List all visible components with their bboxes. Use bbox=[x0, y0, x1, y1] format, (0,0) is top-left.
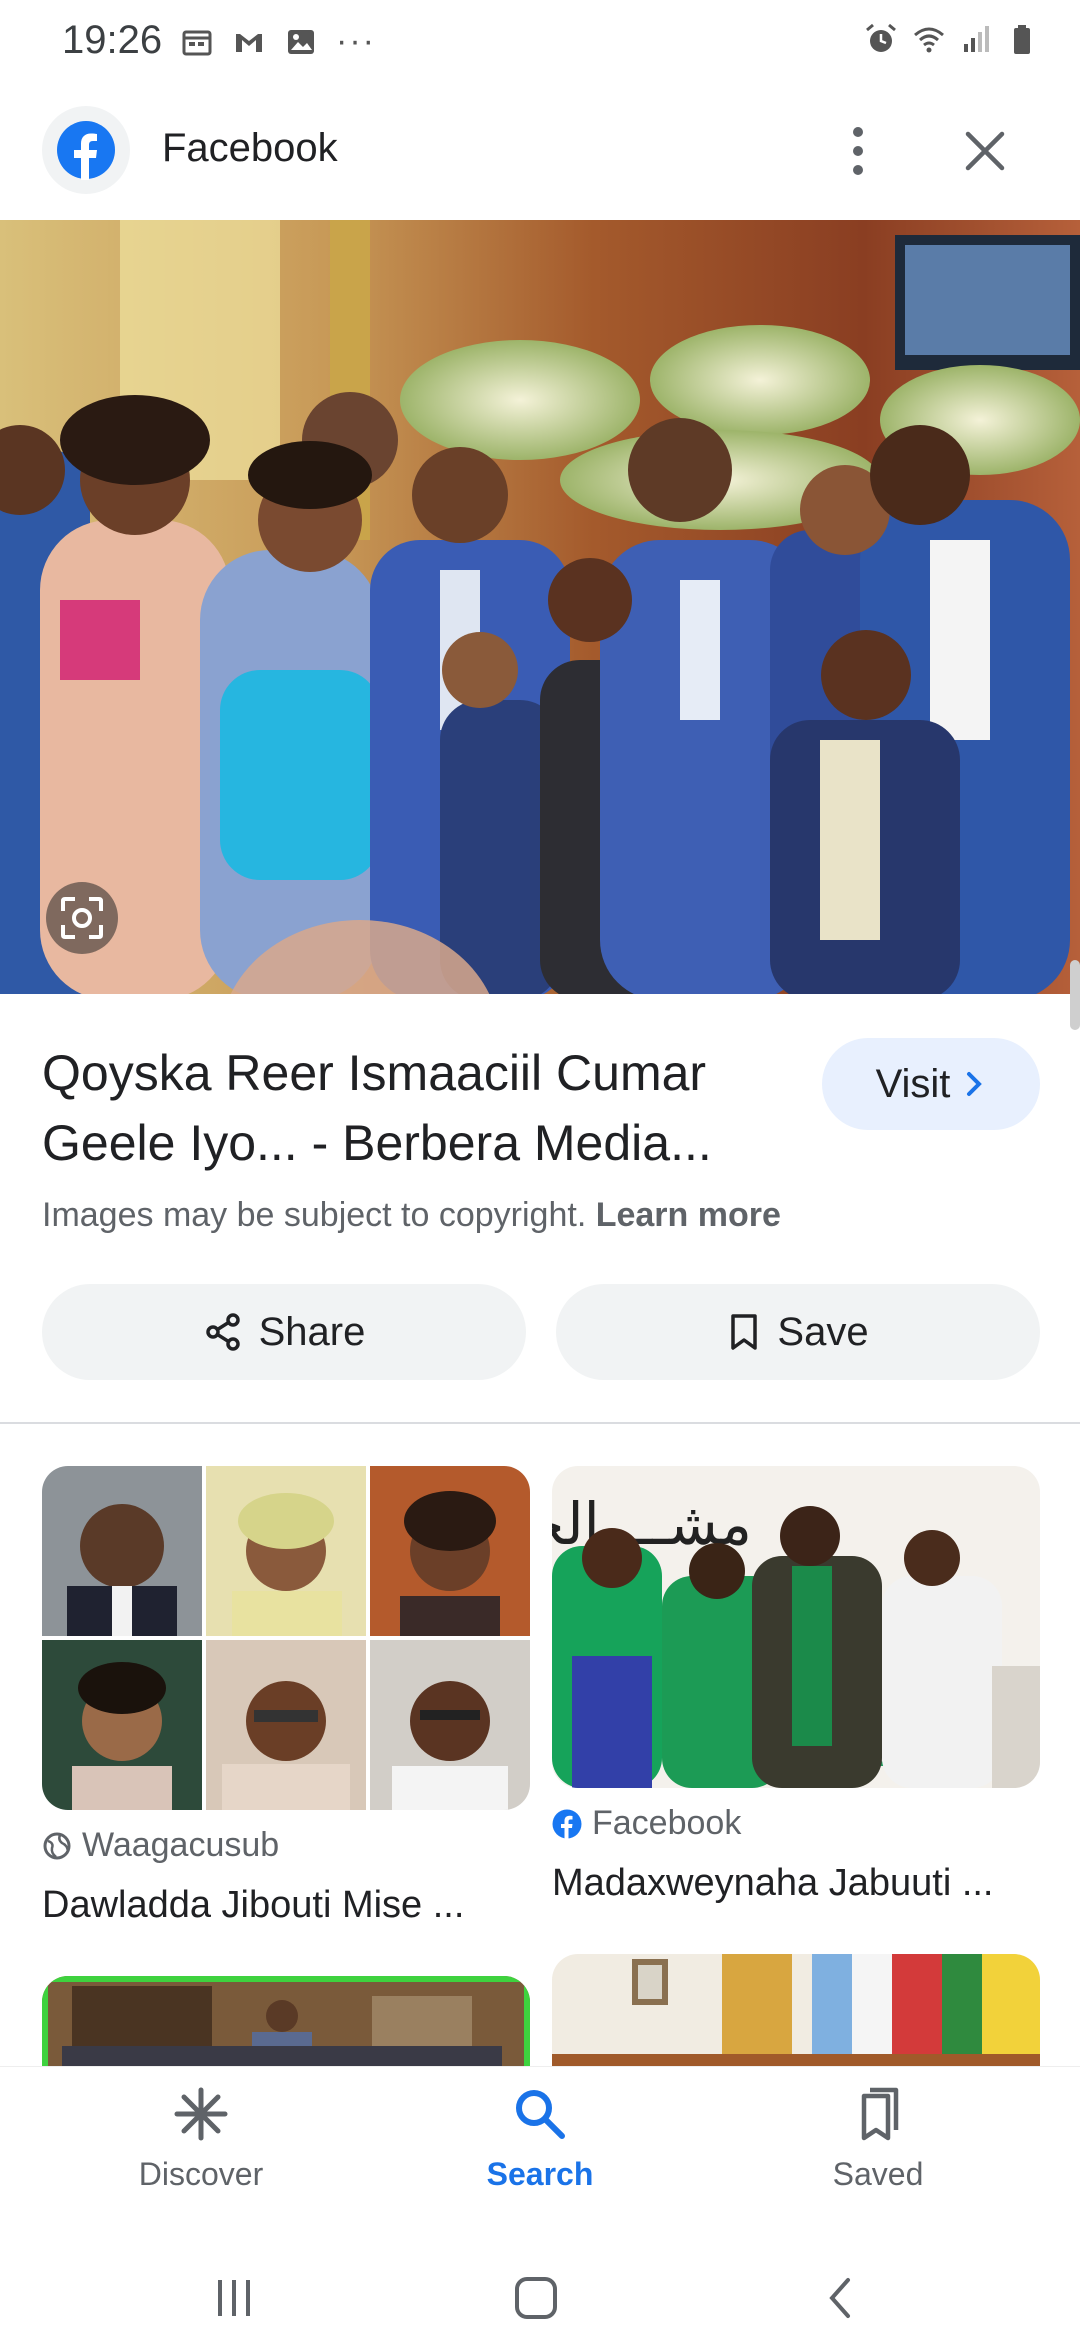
conference-image bbox=[42, 1976, 530, 2076]
facebook-icon bbox=[57, 121, 115, 180]
group-photo bbox=[0, 220, 1080, 994]
nav-discover-label: Discover bbox=[138, 2156, 264, 2192]
more-notifications-icon: ··· bbox=[336, 22, 376, 60]
home-icon[interactable] bbox=[512, 2274, 560, 2322]
alarm-icon bbox=[866, 23, 896, 52]
calendar-icon bbox=[182, 30, 212, 55]
system-navigation-bar bbox=[0, 2236, 1080, 2340]
related-source-1: Waagacusub bbox=[42, 1826, 279, 1865]
visit-label: Visit bbox=[875, 1061, 951, 1106]
related-image-4[interactable] bbox=[552, 1954, 1040, 2076]
save-label: Save bbox=[777, 1309, 869, 1354]
related-title-2[interactable]: Madaxweynaha Jabuuti ... bbox=[552, 1862, 1040, 1905]
share-icon bbox=[205, 1313, 240, 1351]
nav-discover[interactable]: Discover bbox=[101, 2086, 301, 2193]
status-time: 19:26 bbox=[62, 18, 163, 62]
related-source-label: Facebook bbox=[592, 1804, 742, 1842]
related-image-3[interactable] bbox=[42, 1976, 530, 2076]
related-source-2: Facebook bbox=[552, 1804, 741, 1843]
related-source-label: Waagacusub bbox=[82, 1826, 280, 1864]
gallery-icon bbox=[288, 29, 314, 54]
divider bbox=[0, 1422, 1080, 1424]
notification-icons: ··· bbox=[180, 22, 376, 61]
close-icon[interactable] bbox=[960, 126, 1010, 176]
search-icon bbox=[516, 2090, 565, 2139]
bookmarks-icon bbox=[861, 2087, 899, 2141]
result-title[interactable]: Qoyska Reer Ismaaciil Cumar Geele Iyo...… bbox=[42, 1038, 802, 1178]
related-title-1[interactable]: Dawladda Jibouti Mise ... bbox=[42, 1884, 530, 1927]
scrollbar[interactable] bbox=[1070, 960, 1080, 1030]
chevron-right-icon bbox=[967, 1072, 983, 1096]
learn-more-link[interactable]: Learn more bbox=[596, 1196, 781, 1234]
signal-icon bbox=[964, 26, 989, 52]
recent-apps-icon[interactable] bbox=[212, 2276, 256, 2320]
related-image-1[interactable] bbox=[42, 1466, 530, 1810]
camera-lens-icon bbox=[61, 897, 103, 939]
status-bar: 19:26 ··· bbox=[0, 0, 1080, 90]
main-image[interactable] bbox=[0, 220, 1080, 994]
save-button[interactable]: Save bbox=[556, 1284, 1040, 1380]
share-label: Share bbox=[258, 1309, 366, 1354]
page-title: Facebook bbox=[162, 126, 338, 170]
related-image-2[interactable]: مشـــ الحــزب " L el bbox=[552, 1466, 1040, 1788]
visit-button[interactable]: Visit bbox=[822, 1038, 1040, 1130]
more-options-icon[interactable] bbox=[838, 124, 878, 178]
nav-saved-label: Saved bbox=[832, 2156, 924, 2192]
share-button[interactable]: Share bbox=[42, 1284, 526, 1380]
office-flags-image bbox=[552, 1954, 1040, 2076]
copyright-text: Images may be subject to copyright. bbox=[42, 1196, 587, 1234]
asterisk-icon bbox=[174, 2087, 228, 2141]
bookmark-icon bbox=[731, 1314, 758, 1350]
nav-saved[interactable]: Saved bbox=[778, 2086, 978, 2193]
rally-image: مشـــ الحــزب " L el bbox=[552, 1466, 1040, 1788]
facebook-small-icon bbox=[552, 1809, 582, 1839]
collage-image bbox=[42, 1466, 530, 1810]
back-icon[interactable] bbox=[820, 2274, 860, 2322]
facebook-logo bbox=[42, 106, 130, 194]
system-status-icons bbox=[864, 22, 1042, 56]
battery-icon bbox=[1014, 25, 1030, 54]
google-lens-button[interactable] bbox=[46, 882, 118, 954]
nav-search[interactable]: Search bbox=[440, 2086, 640, 2193]
globe-icon bbox=[43, 1832, 71, 1859]
gmail-icon bbox=[236, 33, 262, 52]
copyright-notice: Images may be subject to copyright. Lear… bbox=[42, 1196, 781, 1235]
wifi-icon bbox=[914, 27, 944, 53]
nav-search-label: Search bbox=[486, 2156, 594, 2192]
